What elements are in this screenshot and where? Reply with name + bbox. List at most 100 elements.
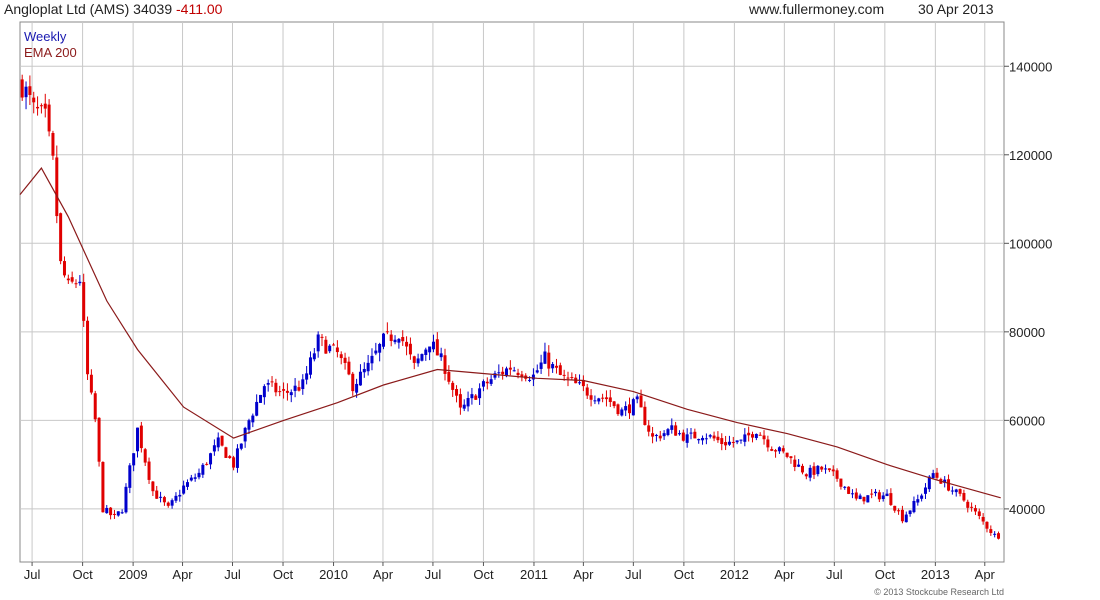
candle-body xyxy=(874,491,878,494)
candle-body xyxy=(193,477,197,479)
candle-body xyxy=(447,371,451,382)
candle-body xyxy=(443,355,447,374)
candle-body xyxy=(712,435,716,439)
candle-body xyxy=(262,386,266,398)
candle-body xyxy=(209,453,213,465)
y-tick-label: 100000 xyxy=(1009,236,1052,251)
candle-body xyxy=(597,398,601,402)
candle-body xyxy=(316,334,320,352)
candle-body xyxy=(566,377,570,379)
candle-body xyxy=(32,97,36,103)
candle-body xyxy=(466,398,470,407)
candle-body xyxy=(839,478,843,487)
candle-body xyxy=(393,339,397,343)
candle-body xyxy=(585,387,589,396)
x-tick-label: 2013 xyxy=(921,567,950,582)
candle-body xyxy=(854,492,858,499)
x-tick-label: Oct xyxy=(72,567,93,582)
candle-body xyxy=(408,343,412,355)
x-tick-label: Jul xyxy=(826,567,843,582)
candle-body xyxy=(93,393,97,420)
y-axis: 40000 60000 80000 100000 120000 140000 xyxy=(1004,59,1052,517)
candle-body xyxy=(601,397,605,399)
candle-body xyxy=(947,479,951,491)
candle-body xyxy=(843,486,847,488)
x-tick-label: 2010 xyxy=(319,567,348,582)
candle-body xyxy=(835,470,839,479)
candle-body xyxy=(866,495,870,503)
x-tick-label: Apr xyxy=(975,567,996,582)
candle-body xyxy=(270,381,274,383)
candle-body xyxy=(935,472,939,478)
candle-body xyxy=(689,432,693,434)
candle-body xyxy=(178,494,182,497)
candle-body xyxy=(335,347,339,353)
candle-body xyxy=(120,512,124,514)
candle-body xyxy=(708,435,712,437)
candle-body xyxy=(485,381,489,384)
candle-body xyxy=(758,434,762,436)
candle-body xyxy=(881,495,885,499)
candle-body xyxy=(858,495,862,500)
candle-body xyxy=(797,464,801,467)
candle-body xyxy=(631,399,635,416)
candle-body xyxy=(674,425,678,436)
candle-body xyxy=(789,456,793,459)
candle-body xyxy=(416,358,420,364)
candle-body xyxy=(101,461,105,513)
candle-body xyxy=(774,450,778,452)
candle-body xyxy=(604,397,608,400)
candle-body xyxy=(59,213,63,262)
candle-body xyxy=(697,439,701,441)
candle-body xyxy=(224,447,228,458)
price-chart: 40000 60000 80000 100000 120000 140000 Jul Oct… xyxy=(19,21,1052,582)
candle-body xyxy=(28,86,32,95)
candle-body xyxy=(831,469,835,472)
candle-body xyxy=(412,356,416,363)
candle-body xyxy=(539,362,543,369)
candle-body xyxy=(97,417,101,462)
candle-body xyxy=(635,396,639,400)
candle-body xyxy=(382,333,386,347)
candle-body xyxy=(562,374,566,376)
candle-body xyxy=(305,373,309,380)
candle-body xyxy=(962,492,966,501)
candle-body xyxy=(435,339,439,356)
candle-body xyxy=(508,367,512,370)
candle-body xyxy=(124,486,128,513)
candle-body xyxy=(481,381,485,387)
candle-body xyxy=(693,431,697,439)
candle-body xyxy=(827,468,831,471)
candle-body xyxy=(489,379,493,384)
candle-body xyxy=(628,404,632,414)
x-tick-label: Apr xyxy=(373,567,394,582)
candle-body xyxy=(347,361,351,375)
candle-body xyxy=(812,466,816,475)
candle-body xyxy=(528,379,532,381)
candle-body xyxy=(297,387,301,391)
candle-body xyxy=(389,334,393,342)
candle-body xyxy=(612,401,616,407)
candle-body xyxy=(397,338,401,343)
candle-body xyxy=(235,448,239,468)
candle-body xyxy=(716,436,720,441)
candle-body xyxy=(189,477,193,481)
candle-body xyxy=(82,282,86,321)
candle-body xyxy=(20,79,24,98)
candle-body xyxy=(259,394,263,403)
x-tick-label: Jul xyxy=(425,567,442,582)
candle-body xyxy=(355,383,359,393)
candle-body xyxy=(762,435,766,440)
candle-body xyxy=(724,442,728,446)
candle-body xyxy=(973,508,977,512)
candle-body xyxy=(205,463,209,465)
candle-body xyxy=(308,357,312,375)
candle-body xyxy=(86,320,90,375)
candle-body xyxy=(912,500,916,513)
candle-body xyxy=(558,365,562,375)
candle-body xyxy=(593,400,597,402)
candle-body xyxy=(497,372,501,374)
candle-body xyxy=(451,382,455,390)
candle-body xyxy=(889,493,893,505)
candle-body xyxy=(166,502,170,506)
